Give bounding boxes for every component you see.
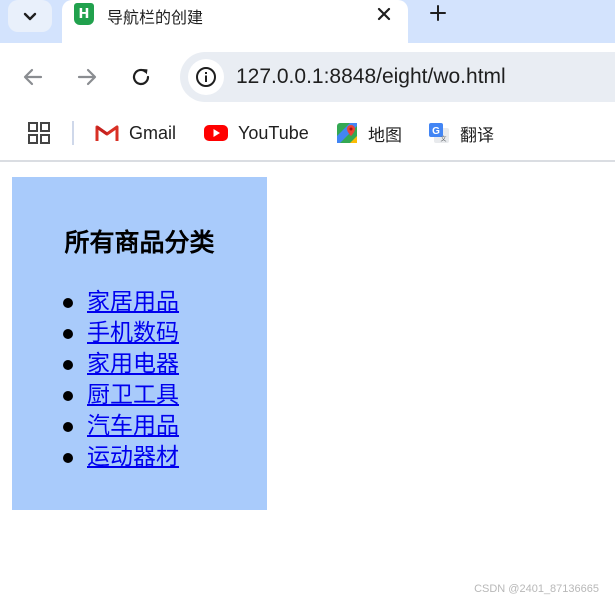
bookmark-youtube[interactable]: YouTube (204, 119, 309, 147)
nav-item: 运动器材 (63, 442, 179, 473)
bullet-icon (63, 329, 73, 339)
site-info-button[interactable] (188, 59, 224, 95)
nav-item: 家用电器 (63, 349, 179, 380)
nav-link-kitchen-bath[interactable]: 厨卫工具 (87, 382, 179, 408)
arrow-left-icon (23, 68, 43, 86)
gmail-icon (95, 125, 119, 141)
nav-item: 汽车用品 (63, 411, 179, 442)
info-icon (196, 67, 216, 87)
nav-link-phones-digital[interactable]: 手机数码 (87, 320, 179, 346)
youtube-icon (204, 125, 228, 141)
nav-item: 家居用品 (63, 287, 179, 318)
svg-text:G: G (432, 126, 440, 137)
bullet-icon (63, 422, 73, 432)
bullet-icon (63, 453, 73, 463)
nav-link-auto-supplies[interactable]: 汽车用品 (87, 413, 179, 439)
bullet-icon (63, 298, 73, 308)
page-content: 所有商品分类 家居用品 手机数码 家用电器 厨卫工具 汽车用品 运动器材 CSD… (0, 164, 615, 600)
reload-button[interactable] (123, 59, 159, 95)
maps-icon (337, 123, 357, 143)
tab-title: 导航栏的创建 (107, 8, 204, 27)
translate-icon: G 文 (429, 123, 449, 143)
bookmarks-separator (72, 121, 74, 145)
nav-heading: 所有商品分类 (64, 228, 215, 257)
nav-link-appliances[interactable]: 家用电器 (87, 351, 179, 377)
bookmark-label: Gmail (129, 122, 177, 143)
apps-grid-icon[interactable] (28, 122, 50, 144)
bookmark-label: 翻译 (460, 125, 494, 146)
address-bar[interactable]: 127.0.0.1:8848/eight/wo.html (180, 52, 615, 102)
active-tab[interactable]: H 导航栏的创建 (62, 0, 408, 43)
nav-item: 手机数码 (63, 318, 179, 349)
new-tab-button[interactable] (424, 0, 452, 26)
category-nav: 所有商品分类 家居用品 手机数码 家用电器 厨卫工具 汽车用品 运动器材 (12, 177, 267, 510)
tab-close-button[interactable] (372, 2, 396, 26)
reload-icon (132, 68, 150, 86)
nav-item: 厨卫工具 (63, 380, 179, 411)
bullet-icon (63, 360, 73, 370)
svg-text:文: 文 (440, 135, 446, 143)
bookmark-label: YouTube (238, 122, 309, 143)
nav-link-sports-gear[interactable]: 运动器材 (87, 444, 179, 470)
back-button[interactable] (15, 59, 51, 95)
bookmark-gmail[interactable]: Gmail (95, 119, 176, 147)
bookmark-maps[interactable]: 地图 (336, 119, 402, 147)
hbuilder-favicon-icon: H (74, 3, 94, 25)
url-text[interactable]: 127.0.0.1:8848/eight/wo.html (236, 65, 506, 89)
plus-icon (430, 5, 446, 21)
tab-strip: H 导航栏的创建 (0, 0, 615, 43)
bookmark-translate[interactable]: G 文 翻译 (428, 119, 494, 147)
csdn-watermark: CSDN @2401_87136665 (474, 583, 599, 595)
bookmark-label: 地图 (368, 125, 402, 146)
bookmarks-bar: Gmail YouTube 地图 G 文 翻译 (0, 111, 615, 162)
arrow-right-icon (77, 68, 97, 86)
forward-button[interactable] (69, 59, 105, 95)
browser-toolbar: 127.0.0.1:8848/eight/wo.html (0, 43, 615, 111)
nav-list: 家居用品 手机数码 家用电器 厨卫工具 汽车用品 运动器材 (63, 287, 179, 473)
nav-link-home-goods[interactable]: 家居用品 (87, 289, 179, 315)
chevron-down-icon (23, 12, 37, 21)
tab-search-button[interactable] (8, 0, 52, 32)
bullet-icon (63, 391, 73, 401)
close-icon (377, 7, 391, 21)
